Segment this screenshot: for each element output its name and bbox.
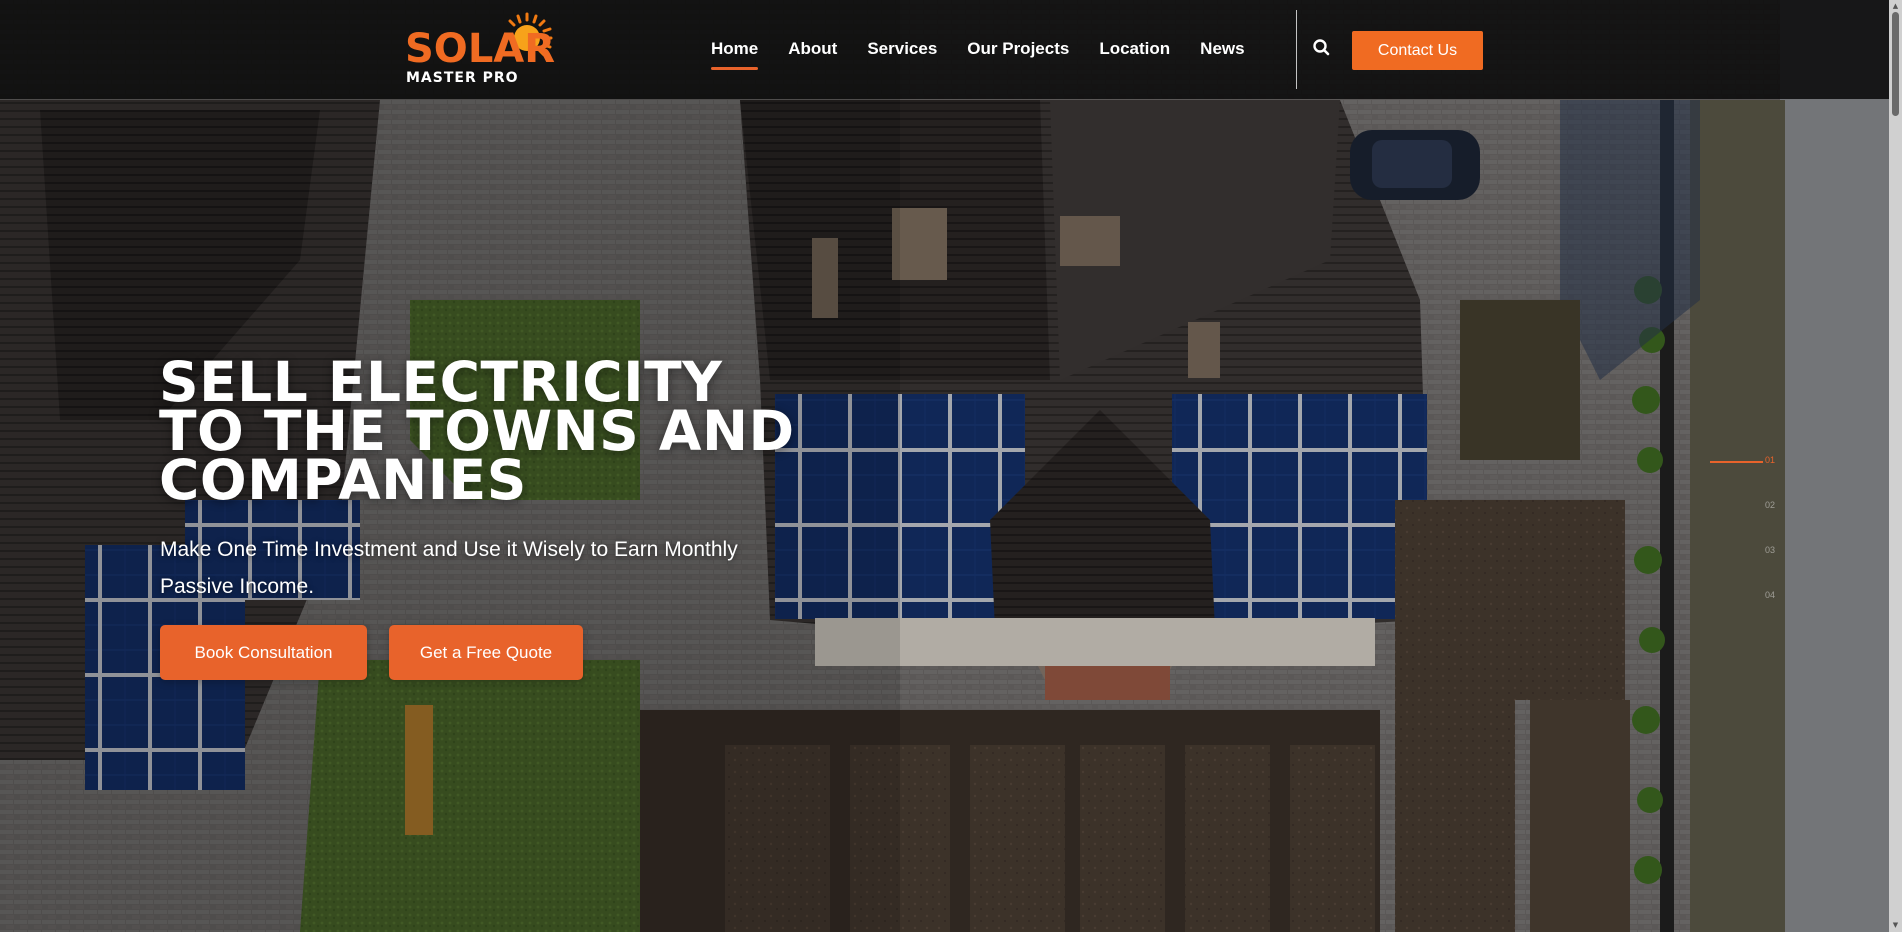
nav-services[interactable]: Services — [867, 30, 937, 70]
main-nav: Home About Services Our Projects Locatio… — [711, 30, 1275, 70]
free-quote-button[interactable]: Get a Free Quote — [389, 625, 583, 680]
nav-about[interactable]: About — [788, 30, 837, 70]
brand-logo[interactable]: SOLAR MASTER PRO — [405, 12, 570, 88]
slide-dot-4[interactable]: 04 — [1765, 590, 1775, 600]
scroll-thumb[interactable] — [1892, 12, 1899, 116]
hero-title-line: COMPANIES — [159, 448, 527, 512]
slider-pagination: 01 02 03 04 — [1710, 455, 1790, 615]
svg-text:SOLAR: SOLAR — [405, 26, 555, 72]
slide-dot-1[interactable]: 01 — [1765, 455, 1775, 465]
scroll-up-icon[interactable]: ▲ — [1891, 1, 1900, 11]
svg-text:MASTER PRO: MASTER PRO — [406, 70, 519, 86]
nav-divider — [1296, 10, 1297, 89]
nav-location[interactable]: Location — [1099, 30, 1170, 70]
nav-news[interactable]: News — [1200, 30, 1244, 70]
nav-our-projects[interactable]: Our Projects — [967, 30, 1069, 70]
hero-title: SELL ELECTRICITY TO THE TOWNS AND COMPAN… — [159, 355, 799, 512]
scroll-down-icon[interactable]: ▼ — [1891, 920, 1900, 930]
search-icon[interactable] — [1310, 36, 1334, 60]
contact-us-button[interactable]: Contact Us — [1352, 31, 1483, 70]
book-consultation-button[interactable]: Book Consultation — [160, 625, 367, 680]
site-header: SOLAR MASTER PRO Home About Services Our… — [0, 0, 1902, 99]
nav-home[interactable]: Home — [711, 30, 759, 70]
slide-dot-3[interactable]: 03 — [1765, 545, 1775, 555]
slide-dot-2[interactable]: 02 — [1765, 500, 1775, 510]
hero-subtitle: Make One Time Investment and Use it Wise… — [160, 538, 738, 598]
active-slide-indicator — [1710, 461, 1763, 463]
page-scrollbar[interactable]: ▲ ▼ — [1889, 0, 1902, 932]
